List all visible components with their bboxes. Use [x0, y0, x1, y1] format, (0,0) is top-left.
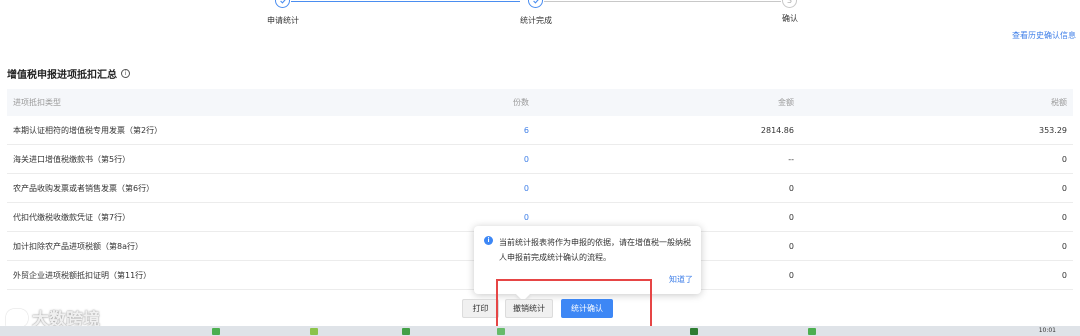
cell-tax: 0	[1061, 270, 1067, 280]
table-header: 进项抵扣类型 份数 金额 税额	[7, 89, 1073, 116]
taskbar-app-icon[interactable]	[212, 328, 220, 335]
cell-type: 本期认证相符的增值税专用发票（第2行）	[13, 125, 163, 135]
watermark-logo-icon	[6, 308, 28, 327]
cell-count-link[interactable]: 0	[307, 213, 529, 222]
section-title-text: 增值税申报进项抵扣汇总	[7, 70, 117, 81]
step-3-number: 3	[782, 0, 797, 8]
col-header-tax: 税额	[1051, 98, 1067, 107]
step-1-label: 申请统计	[267, 16, 299, 25]
cell-count-link[interactable]: 0	[307, 155, 529, 164]
cell-type: 农产品收购发票或者销售发票（第6行）	[13, 183, 155, 193]
taskbar-app-icon[interactable]	[402, 328, 410, 335]
table-row: 农产品收购发票或者销售发票（第6行） 0 0 0	[7, 174, 1073, 203]
page: 3 申请统计 统计完成 确认 查看历史确认信息 增值税申报进项抵扣汇总 i 进项…	[0, 0, 1080, 330]
cell-type: 代扣代缴税收缴款凭证（第7行）	[13, 212, 131, 222]
step-1-check-icon	[275, 0, 290, 8]
confirm-statistics-button[interactable]: 统计确认	[561, 299, 613, 318]
step-2-label: 统计完成	[520, 16, 552, 25]
cell-count-link[interactable]: 0	[307, 184, 529, 193]
taskbar-app-icon[interactable]	[808, 328, 816, 335]
table-row: 本期认证相符的增值税专用发票（第2行） 6 2814.86 353.29	[7, 116, 1073, 145]
cell-amount: 2814.86	[760, 125, 794, 135]
cell-count-link[interactable]: 6	[307, 126, 529, 135]
cell-tax: 0	[1061, 212, 1067, 222]
os-taskbar: 10:01	[0, 326, 1080, 336]
history-confirm-link[interactable]: 查看历史确认信息	[1012, 30, 1076, 41]
info-popover: i 当前统计报表将作为申报的依据，请在增值税一般纳税人申报前完成统计确认的流程。…	[474, 226, 701, 302]
step-connector-2	[544, 1, 781, 2]
progress-stepper: 3 申请统计 统计完成 确认	[0, 0, 1080, 30]
info-icon[interactable]: i	[121, 69, 130, 78]
step-connector-1	[291, 1, 520, 2]
cell-tax: 0	[1061, 154, 1067, 164]
col-header-amount: 金额	[778, 98, 794, 107]
acknowledge-link[interactable]: 知道了	[669, 274, 693, 285]
taskbar-app-icon[interactable]	[497, 328, 505, 335]
cell-tax: 0	[1061, 241, 1067, 251]
step-2-check-icon	[528, 0, 543, 8]
info-icon: i	[484, 236, 493, 245]
taskbar-app-icon[interactable]	[690, 328, 698, 335]
revoke-statistics-button[interactable]: 撤销统计	[505, 299, 553, 318]
cell-tax: 0	[1061, 183, 1067, 193]
col-header-count: 份数	[513, 98, 529, 107]
cell-type: 外贸企业进项税额抵扣证明（第11行）	[13, 270, 152, 280]
cell-amount: 0	[788, 183, 794, 193]
taskbar-clock: 10:01	[1038, 327, 1056, 334]
cell-type: 海关进口增值税缴款书（第5行）	[13, 154, 131, 164]
taskbar-app-icon[interactable]	[310, 328, 318, 335]
cell-amount: 0	[788, 212, 794, 222]
popover-message: 当前统计报表将作为申报的依据，请在增值税一般纳税人申报前完成统计确认的流程。	[499, 238, 691, 262]
cell-amount: --	[788, 154, 794, 164]
col-header-type: 进项抵扣类型	[13, 98, 61, 107]
print-button[interactable]: 打印	[462, 299, 499, 318]
table-row: 海关进口增值税缴款书（第5行） 0 -- 0	[7, 145, 1073, 174]
section-title: 增值税申报进项抵扣汇总 i	[7, 66, 130, 81]
cell-type: 加计扣除农产品进项税额（第8a行）	[13, 241, 143, 251]
cell-tax: 353.29	[1039, 125, 1067, 135]
step-3-label: 确认	[782, 14, 798, 23]
